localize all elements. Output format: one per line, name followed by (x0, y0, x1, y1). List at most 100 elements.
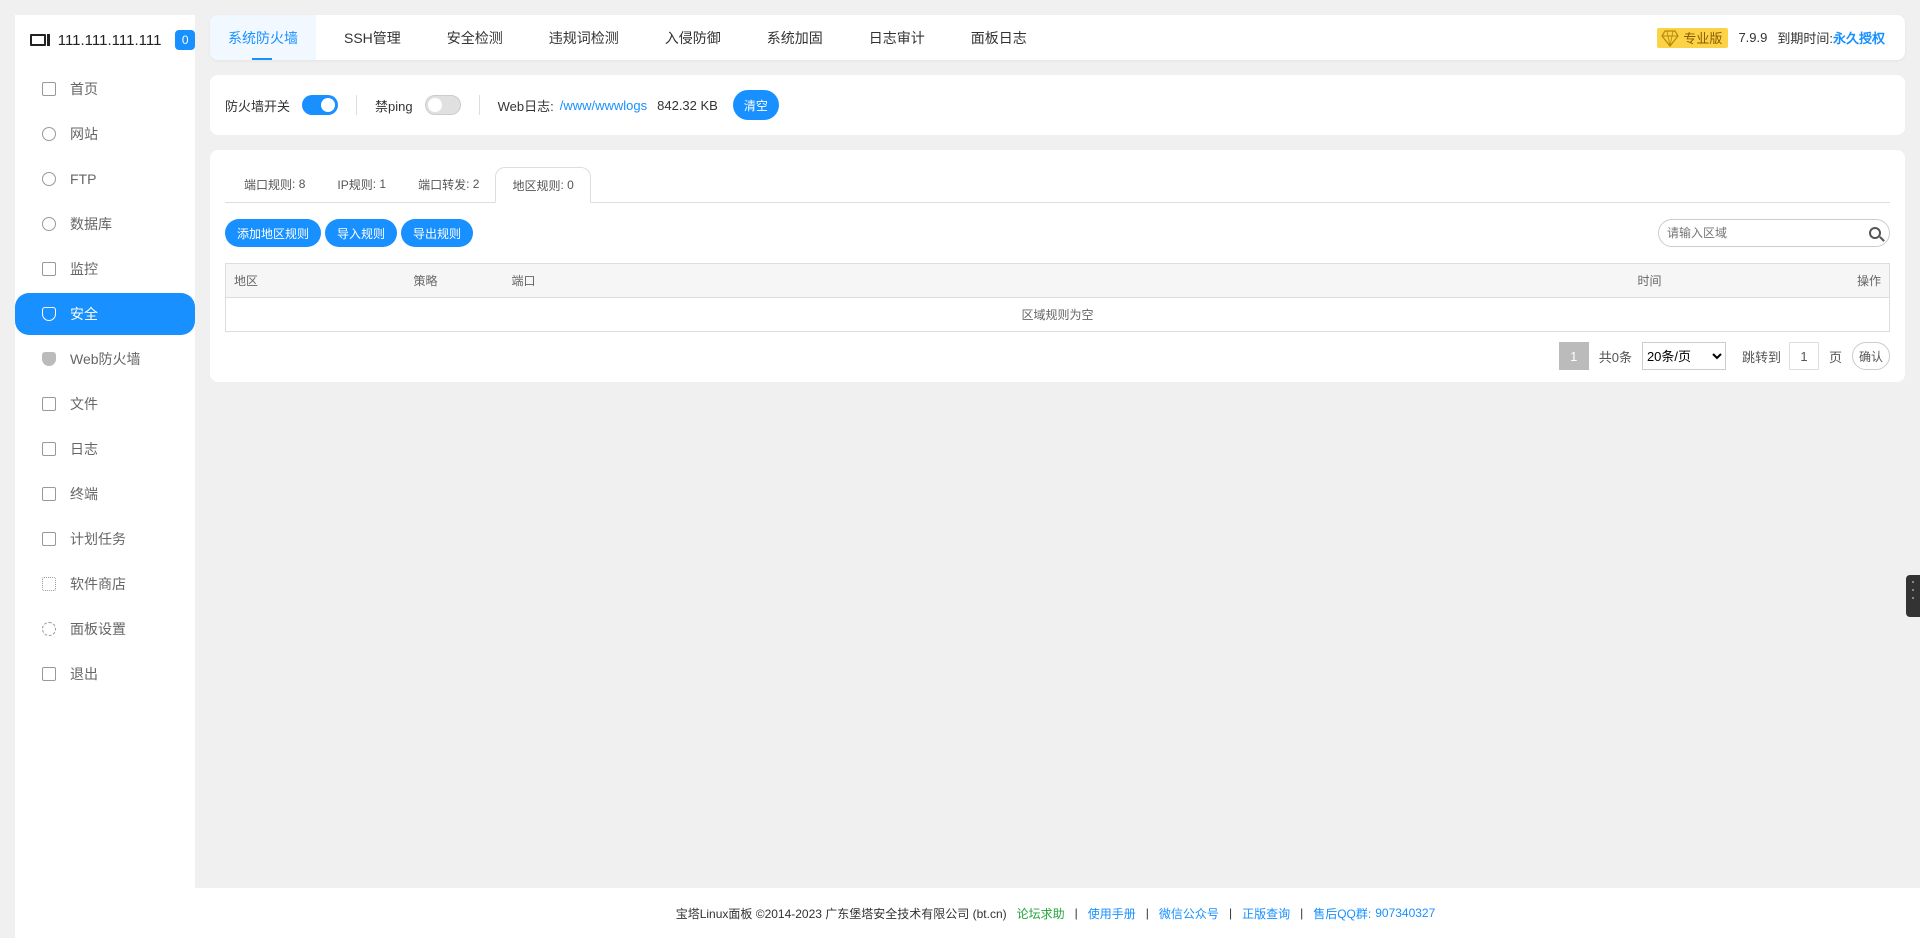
tab-count: 1 (379, 177, 387, 191)
divider (356, 95, 358, 115)
sidebar-item-label: Web防火墙 (70, 351, 141, 367)
tab-label: 端口规则 (244, 177, 293, 192)
tab-port-forward[interactable]: 端口转发: 2 (402, 166, 495, 202)
total-count: 共0条 (1598, 349, 1632, 365)
tab-panel-log[interactable]: 面板日志 (953, 15, 1045, 60)
server-ip: 111.111.111.111 (57, 31, 162, 49)
calendar-icon (42, 532, 56, 546)
sidebar-item-website[interactable]: 网站 (15, 113, 195, 155)
license-info: 专业版 7.9.9 到期时间: 永久授权 (1657, 27, 1885, 48)
pro-edition-badge[interactable]: 专业版 (1657, 27, 1729, 48)
col-port: 端口 (503, 263, 1630, 298)
qq-group-number[interactable]: 907340327 (1375, 906, 1435, 920)
sidebar-item-label: 文件 (70, 396, 98, 412)
sidebar-item-database[interactable]: 数据库 (15, 203, 195, 245)
weblog-path-link[interactable]: /www/wwwlogs (560, 98, 647, 113)
rule-tabs: 端口规则: 8 IP规则: 1 端口转发: 2 地区规则: 0 (225, 150, 1890, 203)
folder-icon (42, 397, 56, 411)
ftp-icon (42, 172, 56, 186)
expire-value[interactable]: 永久授权 (1833, 28, 1885, 47)
sidebar-item-ftp[interactable]: FTP (15, 158, 195, 200)
monitor-icon (42, 262, 56, 276)
sidebar-item-home[interactable]: 首页 (15, 68, 195, 110)
table-header-row: 地区 策略 端口 时间 操作 (225, 263, 1890, 298)
sidebar-item-cron[interactable]: 计划任务 (15, 518, 195, 560)
col-actions: 操作 (1809, 263, 1890, 298)
sidebar-item-terminal[interactable]: 终端 (15, 473, 195, 515)
search-input[interactable] (1667, 226, 1869, 240)
tab-port-rules[interactable]: 端口规则: 8 (228, 166, 321, 202)
shield-icon (42, 307, 56, 321)
separator: | (1300, 906, 1304, 920)
handle-dot (1912, 581, 1914, 583)
toolbar: 添加地区规则 导入规则 导出规则 (225, 203, 1890, 263)
manual-link[interactable]: 使用手册 (1088, 905, 1136, 922)
empty-message: 区域规则为空 (225, 297, 1890, 332)
side-drawer-handle[interactable] (1906, 575, 1920, 617)
export-rules-button[interactable]: 导出规则 (401, 219, 474, 247)
add-region-rule-button[interactable]: 添加地区规则 (225, 219, 322, 247)
tab-ssh[interactable]: SSH管理 (326, 15, 419, 60)
col-region: 地区 (225, 263, 406, 298)
sidebar: 111.111.111.111 0 首页 网站 FTP 数据库 监控 安全 We… (15, 15, 195, 938)
wechat-link[interactable]: 微信公众号 (1159, 905, 1219, 922)
sidebar-item-monitor[interactable]: 监控 (15, 248, 195, 290)
sidebar-item-label: 安全 (70, 306, 98, 322)
handle-dot (1912, 597, 1914, 599)
tab-word-check[interactable]: 违规词检测 (531, 15, 637, 60)
sidebar-item-security[interactable]: 安全 (15, 293, 195, 335)
region-rules-table: 地区 策略 端口 时间 操作 区域规则为空 (225, 263, 1890, 332)
tab-system-firewall[interactable]: 系统防火墙 (210, 15, 316, 60)
edition-label: 专业版 (1683, 31, 1723, 46)
logout-icon (42, 667, 56, 681)
separator: | (1228, 906, 1233, 920)
sidebar-item-label: 日志 (70, 441, 98, 457)
separator: | (1145, 906, 1149, 920)
tab-log-audit[interactable]: 日志审计 (851, 15, 943, 60)
page-size-select[interactable]: 20条/页 (1641, 342, 1726, 370)
region-search (1658, 219, 1890, 247)
tab-security-check[interactable]: 安全检测 (429, 15, 521, 60)
waf-shield-icon (42, 352, 56, 366)
terminal-icon (42, 487, 56, 501)
monitor-screen-icon (30, 34, 50, 46)
sidebar-item-label: 软件商店 (70, 576, 126, 592)
sidebar-item-waf[interactable]: Web防火墙 (15, 338, 195, 380)
weblog-label: Web日志: (497, 98, 554, 114)
tab-count: 0 (567, 178, 574, 192)
license-check-link[interactable]: 正版查询 (1242, 905, 1290, 922)
ping-toggle[interactable] (424, 95, 461, 115)
page-unit: 页 (1828, 349, 1842, 365)
tab-label: 端口转发 (418, 177, 467, 192)
current-page[interactable]: 1 (1558, 342, 1589, 370)
tab-hardening[interactable]: 系统加固 (749, 15, 841, 60)
search-icon[interactable] (1869, 227, 1881, 239)
tab-region-rules[interactable]: 地区规则: 0 (495, 167, 591, 203)
clear-log-button[interactable]: 清空 (732, 90, 779, 120)
notification-badge[interactable]: 0 (175, 30, 195, 50)
sidebar-item-logs[interactable]: 日志 (15, 428, 195, 470)
globe-icon (42, 127, 56, 141)
jump-page-input[interactable]: 1 (1788, 342, 1819, 370)
qq-group-label[interactable]: 售后QQ群: (1313, 905, 1371, 922)
firewall-toggle[interactable] (302, 95, 339, 115)
sidebar-item-label: 首页 (70, 81, 98, 97)
sidebar-item-label: 计划任务 (70, 531, 126, 547)
sidebar-item-files[interactable]: 文件 (15, 383, 195, 425)
confirm-jump-button[interactable]: 确认 (1851, 342, 1890, 370)
gear-icon (42, 622, 56, 636)
tab-count: 2 (472, 177, 480, 191)
import-rules-button[interactable]: 导入规则 (325, 219, 398, 247)
sidebar-item-label: FTP (70, 171, 97, 187)
forum-link[interactable]: 论坛求助 (1017, 905, 1065, 922)
tab-intrusion[interactable]: 入侵防御 (647, 15, 739, 60)
divider (478, 95, 480, 115)
pagination: 1 共0条 20条/页 跳转到 1 页 确认 (225, 342, 1890, 370)
sidebar-item-logout[interactable]: 退出 (15, 653, 195, 695)
sidebar-item-label: 数据库 (70, 216, 112, 232)
tab-ip-rules[interactable]: IP规则: 1 (321, 166, 402, 202)
rules-panel: 端口规则: 8 IP规则: 1 端口转发: 2 地区规则: 0 添加地区规则 导… (210, 150, 1905, 382)
sidebar-item-settings[interactable]: 面板设置 (15, 608, 195, 650)
table-row: 区域规则为空 (225, 297, 1890, 332)
sidebar-item-store[interactable]: 软件商店 (15, 563, 195, 605)
